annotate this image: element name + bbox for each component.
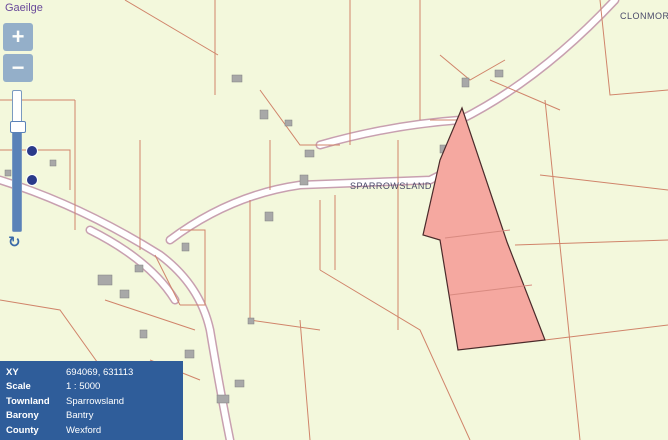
- info-row-county: County Wexford: [6, 423, 177, 438]
- zoom-out-button[interactable]: −: [3, 54, 33, 82]
- zoom-in-button[interactable]: +: [3, 23, 33, 51]
- locator-pin-icon[interactable]: [26, 174, 38, 186]
- zoom-slider-handle[interactable]: [10, 121, 26, 133]
- info-panel: XY 694069, 631113 Scale 1 : 5000 Townlan…: [0, 361, 183, 440]
- zoom-slider-fill: [13, 126, 21, 231]
- info-value: Sparrowsland: [66, 395, 125, 407]
- townland-label-sparrowsland: SPARROWSLAND: [350, 181, 432, 191]
- info-row-scale: Scale 1 : 5000: [6, 380, 177, 395]
- info-value: Wexford: [66, 424, 102, 436]
- info-key: County: [6, 424, 39, 436]
- townland-label-clonmore: CLONMOR: [620, 11, 668, 21]
- zoom-slider[interactable]: [10, 90, 26, 232]
- info-row-xy: XY 694069, 631113: [6, 365, 177, 380]
- info-value: 694069, 631113: [66, 366, 134, 378]
- language-link[interactable]: Gaeilge: [5, 2, 43, 14]
- refresh-icon[interactable]: ↻: [8, 233, 21, 251]
- info-key: Townland: [6, 395, 50, 407]
- info-key: Scale: [6, 381, 31, 393]
- info-value: Bantry: [66, 410, 94, 422]
- info-key: XY: [6, 366, 19, 378]
- info-row-barony: Barony Bantry: [6, 409, 177, 424]
- info-value: 1 : 5000: [66, 381, 101, 393]
- info-row-townland: Townland Sparrowsland: [6, 394, 177, 409]
- info-key: Barony: [6, 410, 39, 422]
- locator-pin-icon[interactable]: [26, 145, 38, 157]
